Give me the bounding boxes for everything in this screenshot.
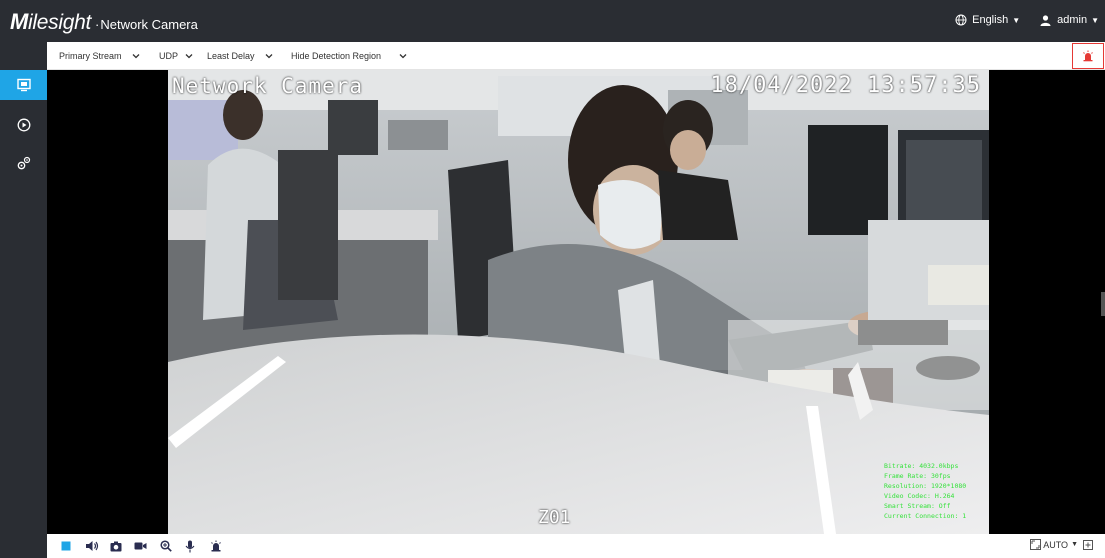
settings-icon (17, 156, 30, 170)
camera-feed-image (168, 70, 989, 534)
brand-separator: · (95, 17, 100, 32)
playback-control-bar: AUTO ▼ (47, 534, 1105, 558)
osd-stat-line: Resolution: 1920*1080 (884, 482, 967, 490)
osd-stream-stats: Bitrate: 4032.0kbps Frame Rate: 30fps Re… (884, 461, 986, 521)
chevron-down-icon (265, 54, 272, 59)
protocol-select[interactable]: UDP (159, 51, 193, 61)
nav-settings[interactable] (0, 148, 47, 178)
chevron-down-icon: ▼ (1071, 541, 1078, 548)
top-header: Milesight · Network Camera English ▼ adm… (0, 0, 1105, 42)
nav-playback[interactable] (0, 110, 47, 140)
detection-region-value: Hide Detection Region (291, 51, 382, 61)
alarm-output-icon (211, 540, 221, 552)
protocol-select-value: UDP (159, 51, 179, 61)
osd-stat-line: Bitrate: 4032.0kbps (884, 462, 959, 470)
record-icon (134, 542, 146, 550)
zoom-mode-value: AUTO (1043, 539, 1069, 550)
osd-zone-label: Z01 (538, 507, 571, 528)
product-name: Network Camera (100, 17, 198, 32)
user-menu[interactable]: admin ▼ (1040, 14, 1099, 26)
osd-camera-name: Network Camera (172, 74, 364, 98)
panel-toggle-handle[interactable] (1101, 292, 1105, 316)
microphone-icon (185, 540, 195, 552)
brand-logo: Milesight (10, 9, 91, 34)
stop-button[interactable] (59, 539, 73, 553)
user-label: admin (1057, 14, 1088, 26)
snapshot-button[interactable] (109, 539, 123, 553)
digital-zoom-button[interactable] (159, 539, 173, 553)
nav-live-view[interactable] (0, 70, 47, 100)
stream-select[interactable]: Primary Stream (59, 51, 140, 61)
user-icon (1040, 14, 1051, 26)
microphone-button[interactable] (183, 539, 197, 553)
chevron-down-icon (185, 54, 193, 59)
detection-region-select[interactable]: Hide Detection Region (291, 51, 407, 61)
stream-toolbar: Primary Stream UDP Least Delay Hide Dete… (47, 42, 1105, 70)
playback-icon (17, 118, 30, 132)
record-button[interactable] (133, 539, 147, 553)
stop-icon (61, 541, 71, 551)
chevron-down-icon: ▼ (1091, 15, 1099, 25)
fullscreen-icon (1083, 539, 1093, 550)
live-view-area[interactable]: Network Camera 18/04/2022 13:57:35 Z01 B… (47, 70, 1105, 534)
snapshot-icon (110, 541, 122, 551)
alarm-button[interactable] (1072, 43, 1104, 69)
sidebar (0, 42, 47, 558)
osd-stat-line: Video Codec: H.264 (884, 492, 955, 500)
zoom-icon (160, 540, 172, 552)
chevron-down-icon (399, 54, 407, 59)
osd-timestamp: 18/04/2022 13:57:35 (710, 73, 981, 98)
zoom-mode-select[interactable]: AUTO ▼ (1030, 539, 1093, 550)
language-selector[interactable]: English ▼ (955, 14, 1020, 26)
language-label: English (972, 14, 1009, 26)
chevron-down-icon: ▼ (1012, 15, 1021, 25)
volume-icon (86, 541, 99, 551)
osd-stat-line: Smart Stream: Off (884, 502, 951, 510)
osd-stat-line: Frame Rate: 30fps (884, 472, 951, 480)
chevron-down-icon (132, 54, 139, 59)
video-stream[interactable]: Network Camera 18/04/2022 13:57:35 Z01 B… (168, 70, 989, 534)
aspect-ratio-icon (1030, 539, 1042, 550)
globe-icon (955, 14, 967, 26)
alarm-icon (1083, 50, 1093, 62)
osd-stat-line: Current Connection: 1 (884, 512, 967, 520)
stream-select-value: Primary Stream (59, 51, 122, 61)
delay-select[interactable]: Least Delay (207, 51, 273, 61)
volume-button[interactable] (85, 539, 99, 553)
delay-select-value: Least Delay (207, 51, 255, 61)
brand: Milesight · Network Camera (10, 9, 198, 35)
alarm-output-button[interactable] (209, 539, 223, 553)
live-view-icon (16, 78, 31, 92)
